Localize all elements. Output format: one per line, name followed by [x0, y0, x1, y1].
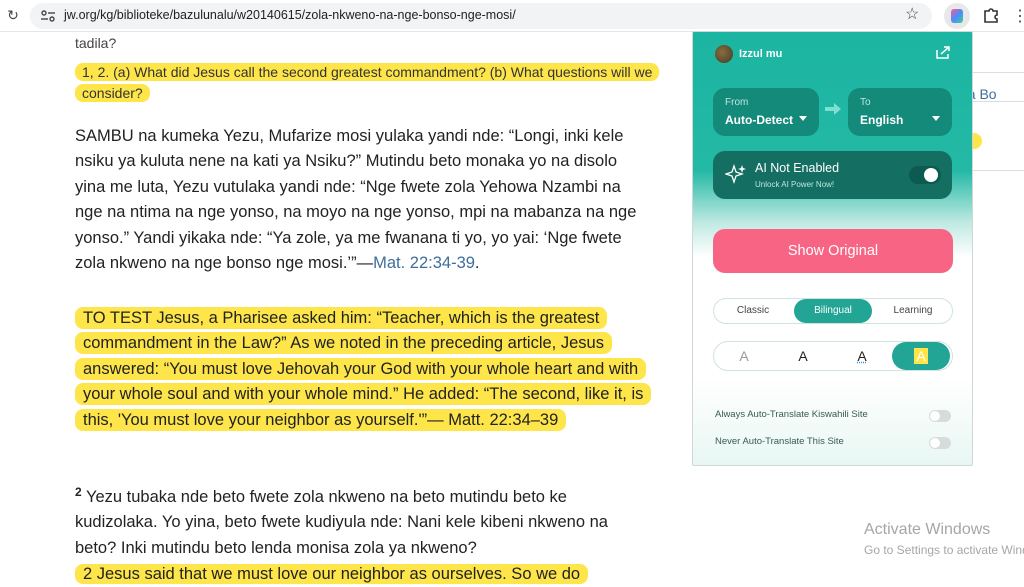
source-language-caption: From: [725, 97, 748, 108]
address-bar[interactable]: jw.org/kg/biblioteke/bazulunalu/w2014061…: [30, 3, 932, 29]
activate-windows-title: Activate Windows: [864, 521, 990, 539]
paragraph-1: SAMBU na kumeka Yezu, Mufarize mosi yula…: [75, 124, 645, 276]
avatar[interactable]: [715, 45, 733, 63]
more-menu-icon[interactable]: ⋮: [1012, 6, 1024, 26]
style-underline[interactable]: A: [833, 342, 891, 370]
paragraph-1-translation: TO TEST Jesus, a Pharisee asked him: “Te…: [75, 306, 665, 433]
text-style-selector: A A A A: [713, 341, 953, 371]
chevron-down-icon: [932, 116, 940, 121]
ai-panel: AI Not Enabled Unlock AI Power Now!: [713, 151, 952, 199]
paragraph-2-translation-text: 2 Jesus said that we must love our neigh…: [75, 564, 588, 584]
paragraph-1-text: SAMBU na kumeka Yezu, Mufarize mosi yula…: [75, 127, 636, 272]
target-language-caption: To: [860, 97, 871, 108]
show-original-button[interactable]: Show Original: [713, 229, 953, 273]
scripture-link[interactable]: Mat. 22:34-39: [373, 254, 475, 272]
paragraph-2-translation: 2 Jesus said that we must love our neigh…: [75, 562, 665, 587]
display-mode-selector: Classic Bilingual Learning: [713, 298, 953, 324]
reload-icon[interactable]: ↻: [4, 6, 22, 24]
never-translate-label: Never Auto-Translate This Site: [715, 436, 844, 447]
previous-line-text: tadila?: [75, 35, 116, 51]
ai-subtitle[interactable]: Unlock AI Power Now!: [755, 180, 834, 189]
extension-logo-icon: [951, 9, 963, 23]
target-language-value: English: [860, 113, 903, 127]
translate-extension-button[interactable]: [944, 3, 970, 29]
toggle-knob: [930, 411, 940, 421]
user-name[interactable]: Izzul mu: [739, 48, 782, 60]
mode-bilingual[interactable]: Bilingual: [794, 299, 872, 323]
style-normal[interactable]: A: [774, 342, 832, 370]
paragraph-2: 2 Yezu tubaka nde beto fwete zola nkweno…: [75, 480, 645, 561]
target-language-select[interactable]: To English: [848, 88, 952, 136]
sparkle-icon: [725, 164, 747, 186]
bookmark-star-icon[interactable]: ☆: [905, 4, 919, 24]
activate-windows-sub: Go to Settings to activate Windows.: [864, 543, 1024, 557]
never-translate-toggle[interactable]: [929, 437, 951, 449]
browser-toolbar: ↻ jw.org/kg/biblioteke/bazulunalu/w20140…: [0, 0, 1024, 32]
always-translate-label: Always Auto-Translate Kiswahili Site: [715, 409, 868, 420]
ai-title: AI Not Enabled: [755, 161, 839, 175]
study-question: 1, 2. (a) What did Jesus call the second…: [75, 62, 655, 104]
ai-toggle[interactable]: [909, 166, 941, 184]
url-text[interactable]: jw.org/kg/biblioteke/bazulunalu/w2014061…: [64, 8, 516, 22]
paragraph-1-translation-text: TO TEST Jesus, a Pharisee asked him: “Te…: [75, 307, 651, 431]
side-divider: [972, 170, 1024, 171]
style-highlight-glyph: A: [914, 348, 927, 364]
open-external-icon[interactable]: [935, 45, 951, 59]
style-faded[interactable]: A: [715, 342, 773, 370]
paragraph-2-text: Yezu tubaka nde beto fwete zola nkweno n…: [75, 488, 608, 557]
style-highlight[interactable]: A: [892, 342, 950, 370]
site-info-icon[interactable]: [40, 9, 56, 23]
paragraph-number: 2: [75, 485, 82, 499]
source-language-select[interactable]: From Auto-Detect: [713, 88, 819, 136]
extensions-puzzle-icon[interactable]: [982, 6, 1000, 24]
study-question-text: 1, 2. (a) What did Jesus call the second…: [75, 63, 659, 102]
toggle-knob: [924, 168, 938, 182]
source-language-value: Auto-Detect: [725, 113, 793, 127]
arrow-right-icon: [825, 103, 841, 115]
translation-popup: Izzul mu From Auto-Detect To English AI …: [692, 31, 973, 466]
mode-learning[interactable]: Learning: [874, 299, 952, 323]
chevron-down-icon: [799, 116, 807, 121]
toggle-knob: [930, 438, 940, 448]
mode-classic[interactable]: Classic: [714, 299, 792, 323]
paragraph-1-end: .: [475, 254, 480, 272]
always-translate-toggle[interactable]: [929, 410, 951, 422]
